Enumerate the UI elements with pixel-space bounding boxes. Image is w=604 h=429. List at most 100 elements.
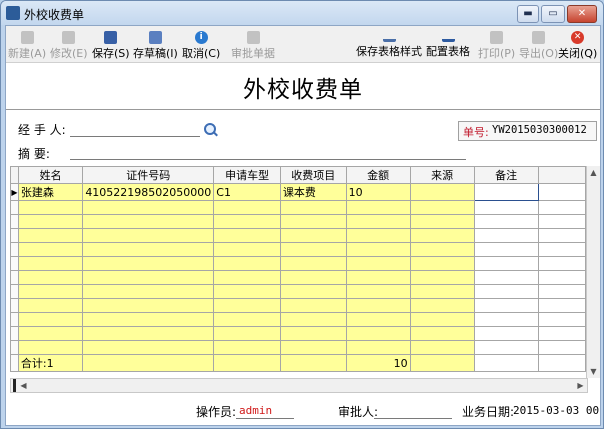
table-row[interactable] bbox=[10, 340, 586, 355]
empty-cell[interactable] bbox=[82, 200, 215, 215]
empty-cell[interactable] bbox=[213, 312, 281, 327]
save-table-style-button[interactable]: 保存表格样式 bbox=[356, 28, 422, 60]
empty-cell[interactable] bbox=[279, 298, 347, 313]
empty-cell[interactable] bbox=[279, 242, 347, 257]
save-draft-button[interactable]: 存草稿(I) bbox=[133, 28, 178, 60]
empty-cell[interactable] bbox=[409, 200, 475, 215]
cell-source[interactable] bbox=[409, 183, 475, 201]
col-header-source[interactable]: 来源 bbox=[409, 166, 475, 184]
vertical-scrollbar[interactable]: ▲ ▼ bbox=[586, 166, 600, 378]
empty-cell[interactable] bbox=[345, 270, 411, 285]
empty-cell[interactable] bbox=[82, 256, 215, 271]
export-button[interactable]: 导出(O) bbox=[519, 28, 558, 60]
col-header-remark[interactable]: 备注 bbox=[473, 166, 539, 184]
empty-cell[interactable] bbox=[537, 284, 586, 299]
empty-cell[interactable] bbox=[82, 312, 215, 327]
empty-cell[interactable] bbox=[345, 284, 411, 299]
empty-cell[interactable] bbox=[279, 200, 347, 215]
empty-cell[interactable] bbox=[473, 242, 539, 257]
empty-cell[interactable] bbox=[213, 270, 281, 285]
empty-cell[interactable] bbox=[537, 312, 586, 327]
empty-cell[interactable] bbox=[82, 284, 215, 299]
table-row[interactable] bbox=[10, 270, 586, 285]
minimize-button[interactable]: ▬ bbox=[517, 5, 539, 23]
table-row[interactable] bbox=[10, 214, 586, 229]
summary-field[interactable] bbox=[70, 144, 466, 160]
empty-cell[interactable] bbox=[279, 270, 347, 285]
empty-cell[interactable] bbox=[213, 284, 281, 299]
table-row[interactable] bbox=[10, 256, 586, 271]
cell-fee-item[interactable]: 课本费 bbox=[279, 183, 347, 201]
empty-cell[interactable] bbox=[82, 228, 215, 243]
table-row[interactable] bbox=[10, 312, 586, 327]
empty-cell[interactable] bbox=[17, 256, 84, 271]
empty-cell[interactable] bbox=[409, 256, 475, 271]
empty-cell[interactable] bbox=[409, 312, 475, 327]
empty-cell[interactable] bbox=[82, 298, 215, 313]
empty-cell[interactable] bbox=[82, 340, 215, 355]
empty-cell[interactable] bbox=[473, 340, 539, 355]
empty-cell[interactable] bbox=[213, 326, 281, 341]
new-button[interactable]: 新建(A) bbox=[8, 28, 46, 60]
empty-cell[interactable] bbox=[279, 214, 347, 229]
empty-cell[interactable] bbox=[473, 298, 539, 313]
empty-cell[interactable] bbox=[473, 214, 539, 229]
empty-cell[interactable] bbox=[473, 200, 539, 215]
col-header-amount[interactable]: 金额 bbox=[345, 166, 411, 184]
empty-cell[interactable] bbox=[409, 298, 475, 313]
cell-amount[interactable]: 10 bbox=[345, 183, 411, 201]
empty-cell[interactable] bbox=[17, 298, 84, 313]
horizontal-scrollbar[interactable]: ◀ ▶ bbox=[10, 378, 588, 393]
empty-cell[interactable] bbox=[409, 214, 475, 229]
empty-cell[interactable] bbox=[17, 200, 84, 215]
empty-cell[interactable] bbox=[537, 298, 586, 313]
table-row[interactable] bbox=[10, 200, 586, 215]
empty-cell[interactable] bbox=[279, 326, 347, 341]
empty-cell[interactable] bbox=[17, 284, 84, 299]
empty-cell[interactable] bbox=[537, 228, 586, 243]
col-header-vehicle-type[interactable]: 申请车型 bbox=[213, 166, 281, 184]
table-row[interactable] bbox=[10, 242, 586, 257]
empty-cell[interactable] bbox=[279, 284, 347, 299]
empty-cell[interactable] bbox=[17, 270, 84, 285]
empty-cell[interactable] bbox=[537, 214, 586, 229]
table-row[interactable] bbox=[10, 326, 586, 341]
col-header-name[interactable]: 姓名 bbox=[17, 166, 84, 184]
empty-cell[interactable] bbox=[213, 228, 281, 243]
empty-cell[interactable] bbox=[17, 326, 84, 341]
config-table-button[interactable]: 配置表格 bbox=[426, 28, 470, 60]
empty-cell[interactable] bbox=[82, 214, 215, 229]
close-window-button[interactable]: ✕ bbox=[567, 5, 597, 23]
empty-cell[interactable] bbox=[473, 228, 539, 243]
cancel-button[interactable]: i 取消(C) bbox=[182, 28, 220, 60]
empty-cell[interactable] bbox=[409, 340, 475, 355]
empty-cell[interactable] bbox=[409, 284, 475, 299]
empty-cell[interactable] bbox=[279, 312, 347, 327]
empty-cell[interactable] bbox=[537, 200, 586, 215]
handler-field[interactable] bbox=[70, 121, 200, 137]
empty-cell[interactable] bbox=[409, 242, 475, 257]
empty-cell[interactable] bbox=[82, 326, 215, 341]
empty-cell[interactable] bbox=[213, 256, 281, 271]
empty-cell[interactable] bbox=[345, 228, 411, 243]
print-button[interactable]: 打印(P) bbox=[478, 28, 515, 60]
table-row[interactable] bbox=[10, 298, 586, 313]
col-header-fee-item[interactable]: 收费项目 bbox=[279, 166, 347, 184]
scroll-down-arrow-icon[interactable]: ▼ bbox=[587, 365, 600, 378]
empty-cell[interactable] bbox=[213, 340, 281, 355]
empty-cell[interactable] bbox=[409, 270, 475, 285]
empty-cell[interactable] bbox=[279, 256, 347, 271]
empty-cell[interactable] bbox=[345, 326, 411, 341]
empty-cell[interactable] bbox=[409, 326, 475, 341]
maximize-button[interactable]: ▭ bbox=[541, 5, 565, 23]
close-button[interactable]: ✕ 关闭(Q) bbox=[558, 28, 597, 60]
empty-cell[interactable] bbox=[17, 312, 84, 327]
empty-cell[interactable] bbox=[345, 340, 411, 355]
empty-cell[interactable] bbox=[82, 270, 215, 285]
empty-cell[interactable] bbox=[537, 242, 586, 257]
empty-cell[interactable] bbox=[473, 284, 539, 299]
cell-name[interactable]: 张建森 bbox=[17, 183, 84, 201]
empty-cell[interactable] bbox=[213, 214, 281, 229]
cell-remark[interactable] bbox=[473, 183, 539, 201]
empty-cell[interactable] bbox=[17, 214, 84, 229]
